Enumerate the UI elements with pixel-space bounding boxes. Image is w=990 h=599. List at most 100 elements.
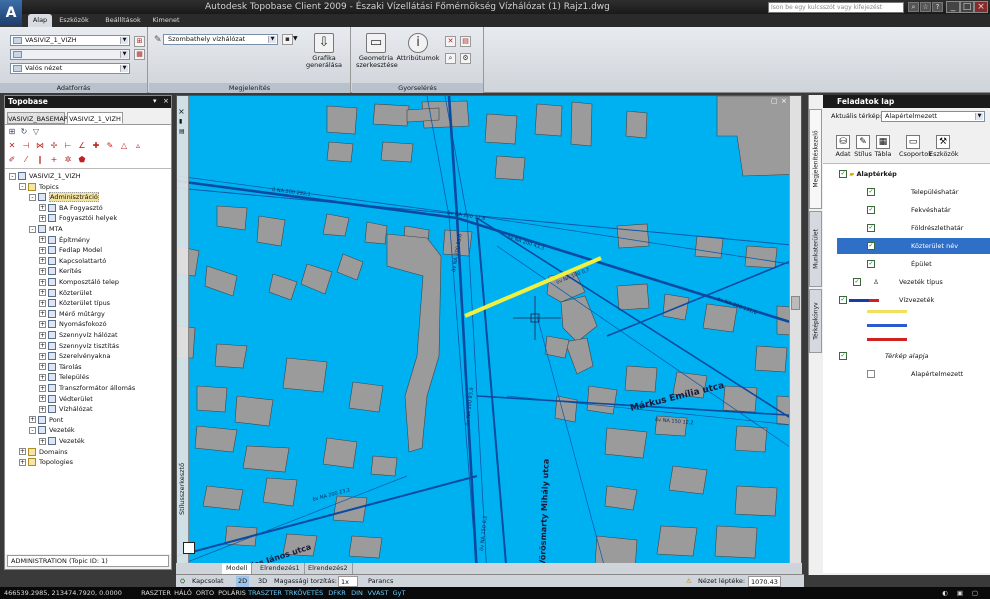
- vtab-display-manager[interactable]: Megjelenítéskezelő: [809, 109, 822, 209]
- angle-icon[interactable]: ∠: [77, 141, 87, 151]
- toggle-polaris[interactable]: POLÁRIS: [217, 588, 247, 598]
- cross-icon[interactable]: ✚: [91, 141, 101, 151]
- expand-icon[interactable]: +: [39, 236, 46, 244]
- tree-item[interactable]: + Pont: [29, 415, 63, 425]
- tree-item[interactable]: + Vízhálózat: [39, 404, 93, 414]
- tab-model[interactable]: Modell: [222, 563, 253, 574]
- expand-icon[interactable]: +: [39, 320, 46, 328]
- tree-item[interactable]: + Szennyvíz hálózat: [39, 330, 118, 340]
- parancs-label[interactable]: Parancs: [368, 576, 393, 587]
- layer-group-terkep-alapja[interactable]: ✓ Térkép alapja: [839, 348, 990, 364]
- display-model-select[interactable]: Szombathely vízhálózat ▼: [163, 34, 278, 45]
- map-canvas[interactable]: Márkus Emília utca Vörösmarty Mihály utc…: [176, 95, 802, 575]
- expand-icon[interactable]: +: [39, 373, 46, 381]
- star-icon[interactable]: ☆: [920, 2, 931, 12]
- tab-layout2[interactable]: Elrendezés2: [304, 563, 353, 574]
- expand-icon[interactable]: +: [39, 352, 46, 360]
- tree-item[interactable]: - Vezeték: [29, 425, 75, 435]
- panel-menu-icon[interactable]: ▾: [153, 97, 157, 105]
- toggle-orto[interactable]: ORTO: [194, 588, 216, 598]
- expand-icon[interactable]: +: [39, 278, 46, 286]
- tree-item[interactable]: + Szerelvényakna: [39, 351, 111, 361]
- tray-icon[interactable]: ▣: [955, 588, 965, 598]
- layer-foldreszlethatar[interactable]: ✓ Földrészlethatár: [867, 220, 990, 236]
- expand-icon[interactable]: +: [19, 458, 26, 466]
- expand-icon[interactable]: +: [39, 289, 46, 297]
- minimize-button[interactable]: _: [946, 1, 960, 13]
- close-view-icon[interactable]: ×: [781, 97, 787, 105]
- tree-item[interactable]: + Település: [39, 372, 89, 382]
- expand-icon[interactable]: +: [29, 416, 36, 424]
- maximize-view-icon[interactable]: ▢: [771, 97, 778, 105]
- layer-alapertelmezett[interactable]: Alapértelmezett: [867, 366, 990, 382]
- toggle-trkovetes[interactable]: TRKÖVETÉS: [283, 588, 325, 598]
- tree-item[interactable]: + Domains: [19, 447, 68, 457]
- shape-icon[interactable]: ⬟: [77, 155, 87, 165]
- search-icon[interactable]: ⌕: [908, 2, 919, 12]
- expand-icon[interactable]: -: [29, 225, 36, 233]
- tab-alap[interactable]: Alap: [28, 14, 52, 27]
- current-map-select[interactable]: Alapértelmezett ▼: [881, 111, 985, 122]
- tool-stilus[interactable]: ✎ Stílus: [853, 135, 873, 158]
- expand-icon[interactable]: -: [29, 426, 36, 434]
- lock-icon[interactable]: ◐: [940, 588, 950, 598]
- tool-tabla[interactable]: ▦ Tábla: [873, 135, 893, 158]
- tree-item[interactable]: + Közterület típus: [39, 298, 110, 308]
- filter-icon[interactable]: ▽: [31, 127, 41, 137]
- save-icon[interactable]: ▪: [282, 34, 293, 45]
- tree-item[interactable]: + Fogyasztói helyek: [39, 213, 117, 223]
- move-icon[interactable]: ✢: [49, 141, 59, 151]
- expand-icon[interactable]: +: [39, 246, 46, 254]
- view-3d-button[interactable]: 3D: [258, 576, 267, 587]
- layer-epulet[interactable]: ✓ Épület: [867, 256, 990, 272]
- expand-icon[interactable]: +: [39, 204, 46, 212]
- expand-icon[interactable]: +: [19, 448, 26, 456]
- expand-icon[interactable]: -: [9, 172, 16, 180]
- distortion-select[interactable]: 1x: [338, 576, 358, 587]
- style-editor-strip[interactable]: × ▮ ▤ Stílusszerkesztő: [177, 96, 189, 574]
- delete-feature-icon[interactable]: ✕: [445, 36, 456, 47]
- expand-icon[interactable]: +: [39, 395, 46, 403]
- expand-icon[interactable]: +: [39, 299, 46, 307]
- view-2d-button[interactable]: 2D: [236, 576, 250, 587]
- tree-item[interactable]: + Transzformátor állomás: [39, 383, 135, 393]
- tree-item[interactable]: + Nyomásfokozó: [39, 319, 107, 329]
- connect-icon[interactable]: ⊞: [134, 36, 145, 47]
- expand-icon[interactable]: +: [39, 267, 46, 275]
- tab-eszkozok[interactable]: Eszközök: [58, 14, 90, 27]
- tool-adat[interactable]: ⛁ Adat: [833, 135, 853, 158]
- scrollbar-thumb[interactable]: [791, 296, 800, 310]
- table-icon[interactable]: ▦: [134, 49, 145, 60]
- geometria-szerkesztese-button[interactable]: ▭ Geometria szerkesztése: [356, 33, 398, 69]
- tool-eszkozok[interactable]: ⚒ Eszközök: [929, 135, 959, 158]
- toggle-din[interactable]: DIN: [349, 588, 365, 598]
- zoom-icon[interactable]: ⌕: [445, 53, 456, 64]
- expand-icon[interactable]: +: [39, 257, 46, 265]
- help-icon[interactable]: ?: [932, 2, 943, 12]
- plus-icon[interactable]: +: [49, 155, 59, 165]
- connect-line-icon[interactable]: ⊢: [63, 141, 73, 151]
- expand-icon[interactable]: +: [39, 384, 46, 392]
- tree-item[interactable]: + Topologies: [19, 457, 73, 467]
- tab-layout1[interactable]: Elrendezés1: [256, 563, 305, 574]
- merge-icon[interactable]: ⋈: [35, 141, 45, 151]
- layer-telepuleshatar[interactable]: ✓ Településhatár: [867, 184, 990, 200]
- tree-item[interactable]: + Komposztáló telep: [39, 277, 119, 287]
- expand-icon[interactable]: +: [39, 310, 46, 318]
- panel-close-icon[interactable]: ×: [163, 97, 169, 105]
- triangle-icon[interactable]: △: [119, 141, 129, 151]
- parallel-icon[interactable]: ∥: [35, 155, 45, 165]
- search-input[interactable]: Ison be egy kulcsszót vagy kifejezést: [768, 2, 904, 13]
- settings-icon[interactable]: ⚙: [460, 53, 471, 64]
- expand-icon[interactable]: +: [39, 363, 46, 371]
- expand-icon[interactable]: -: [29, 193, 36, 201]
- tree-item[interactable]: + Szennyvíz tisztítás: [39, 341, 119, 351]
- tree-item[interactable]: - MTA: [29, 224, 63, 234]
- tool-csoportok[interactable]: ▭ Csoportok: [899, 135, 932, 158]
- expand-icon[interactable]: +: [39, 405, 46, 413]
- gear-icon[interactable]: ✲: [63, 155, 73, 165]
- view-select[interactable]: Valós nézet ▼: [10, 63, 130, 74]
- tree-item[interactable]: - VASIVIZ_1_VIZH: [9, 171, 81, 181]
- grafika-generalasa-button[interactable]: ⇩ Grafika generálása: [301, 33, 347, 69]
- layer-vizvezetek[interactable]: ✓ Vízvezeték: [839, 292, 990, 308]
